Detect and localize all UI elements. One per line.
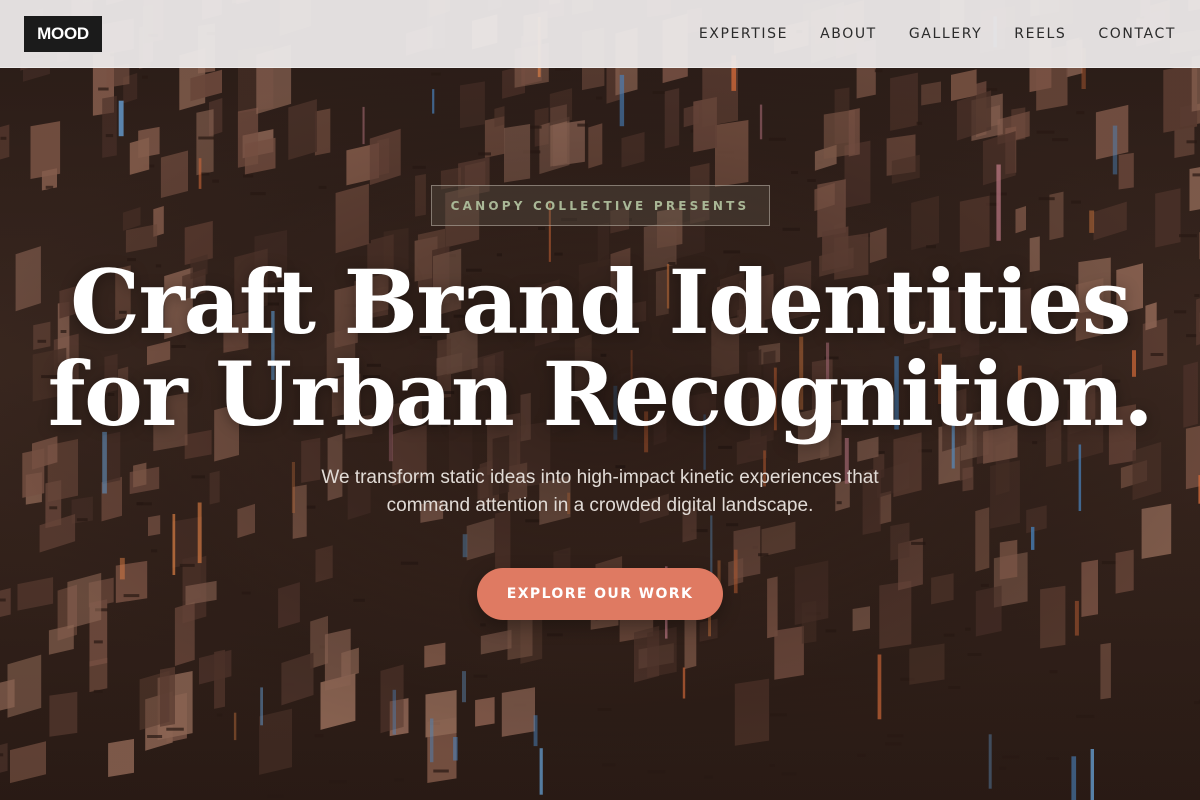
- top-navbar: MOOD EXPERTISE ABOUT GALLERY REELS CONTA…: [0, 0, 1200, 68]
- hero-subtext: We transform static ideas into high-impa…: [321, 467, 879, 516]
- headline-line-1: Craft Brand Identities: [70, 250, 1131, 354]
- hero-headline: Craft Brand Identities for Urban Recogni…: [47, 250, 1154, 446]
- nav-link-about[interactable]: ABOUT: [820, 26, 877, 42]
- nav-link-expertise[interactable]: EXPERTISE: [699, 26, 788, 42]
- eyebrow-badge: CANOPY COLLECTIVE PRESENTS: [430, 185, 770, 226]
- nav-menu: EXPERTISE ABOUT GALLERY REELS CONTACT: [667, 26, 1176, 42]
- hero-section: CANOPY COLLECTIVE PRESENTS Craft Brand I…: [0, 68, 1200, 800]
- nav-link-gallery[interactable]: GALLERY: [909, 26, 982, 42]
- logo[interactable]: MOOD: [24, 15, 102, 52]
- headline-line-2: for Urban Recognition.: [47, 342, 1154, 446]
- nav-link-contact[interactable]: CONTACT: [1098, 26, 1176, 42]
- explore-work-button[interactable]: EXPLORE OUR WORK: [477, 568, 723, 620]
- nav-link-reels[interactable]: REELS: [1014, 26, 1066, 42]
